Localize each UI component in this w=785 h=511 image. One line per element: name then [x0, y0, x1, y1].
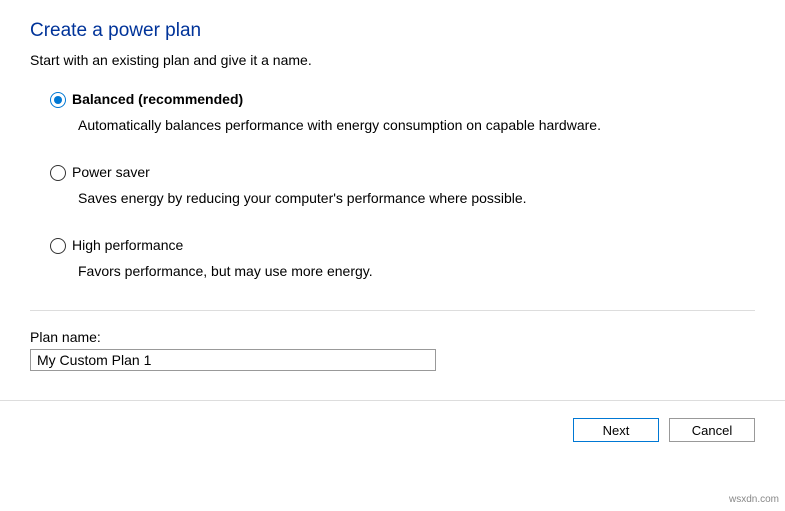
option-description: Favors performance, but may use more ene…	[72, 262, 755, 282]
option-label: Balanced (recommended)	[72, 90, 755, 110]
option-high-performance[interactable]: High performance Favors performance, but…	[50, 236, 755, 281]
power-plan-options: Balanced (recommended) Automatically bal…	[30, 90, 755, 282]
radio-icon	[50, 238, 66, 254]
option-description: Saves energy by reducing your computer's…	[72, 189, 755, 209]
option-description: Automatically balances performance with …	[72, 116, 755, 136]
page-title: Create a power plan	[30, 20, 755, 42]
cancel-button[interactable]: Cancel	[669, 418, 755, 442]
divider	[30, 310, 755, 311]
option-balanced[interactable]: Balanced (recommended) Automatically bal…	[50, 90, 755, 135]
plan-name-input[interactable]	[30, 349, 436, 371]
option-label: High performance	[72, 236, 755, 256]
option-power-saver[interactable]: Power saver Saves energy by reducing you…	[50, 163, 755, 208]
option-label: Power saver	[72, 163, 755, 183]
footer-divider	[0, 400, 785, 401]
watermark: wsxdn.com	[729, 494, 779, 505]
radio-icon	[50, 92, 66, 108]
plan-name-label: Plan name:	[30, 329, 755, 345]
page-subtitle: Start with an existing plan and give it …	[30, 52, 755, 68]
radio-icon	[50, 165, 66, 181]
next-button[interactable]: Next	[573, 418, 659, 442]
